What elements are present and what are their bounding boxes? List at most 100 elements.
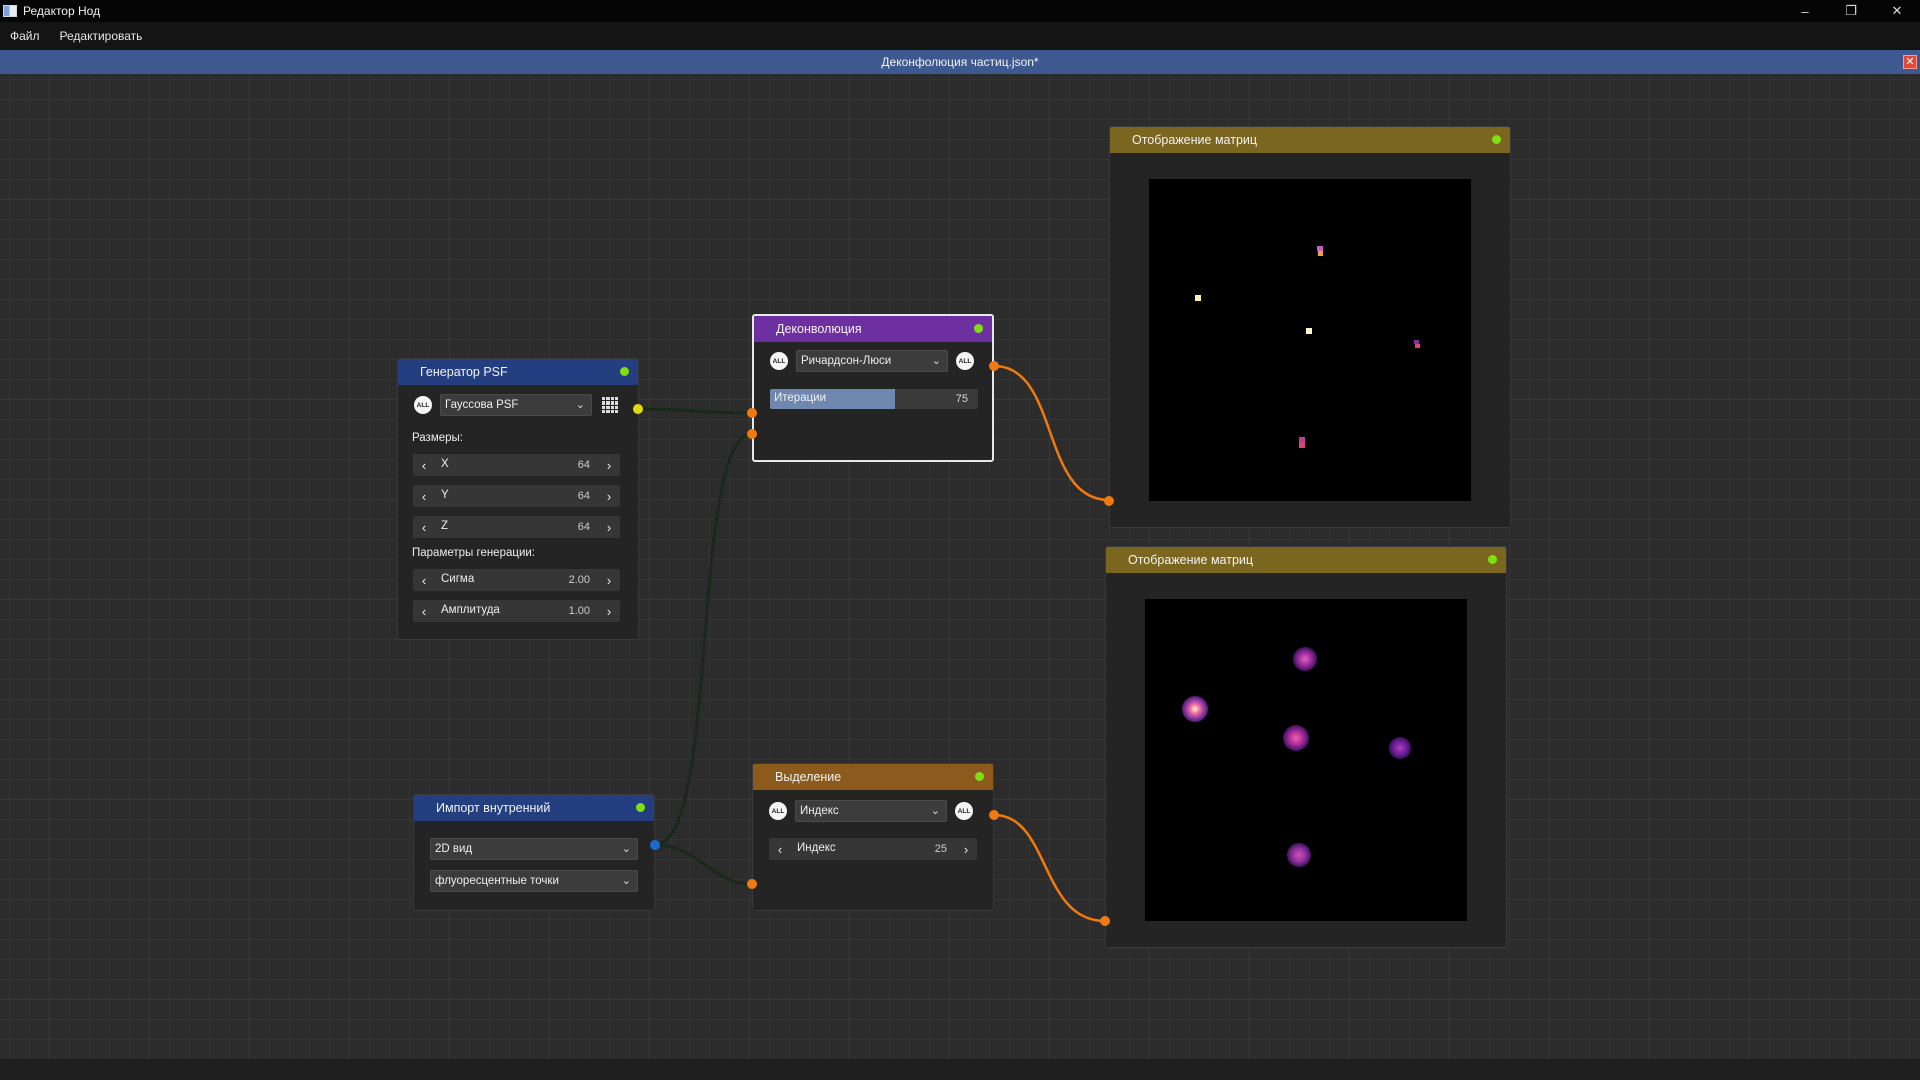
viewer1-input-port[interactable] (1104, 496, 1114, 506)
close-button[interactable]: ✕ (1874, 0, 1920, 22)
status-dot-icon (636, 803, 645, 812)
app-icon (3, 5, 17, 17)
decrement-icon[interactable]: ‹ (413, 569, 435, 591)
stepper-label: Z (441, 520, 449, 532)
particle-blob (1287, 843, 1311, 867)
document-tab[interactable]: Деконфолюция частиц.json* ✕ (0, 50, 1920, 74)
decrement-icon[interactable]: ‹ (413, 600, 435, 622)
psf-output-port[interactable] (633, 404, 643, 414)
decrement-icon[interactable]: ‹ (413, 516, 435, 538)
all-badge-icon[interactable]: ALL (956, 352, 974, 370)
grid-icon[interactable] (602, 397, 618, 413)
menu-file[interactable]: Файл (4, 29, 46, 43)
node-import-internal[interactable]: Импорт внутренний 2D вид ⌄ флуоресцентны… (413, 794, 655, 911)
node-title: Отображение матриц (1132, 133, 1258, 147)
node-header[interactable]: Генератор PSF (398, 359, 638, 385)
size-x-stepper[interactable]: ‹ X 64 › (413, 454, 620, 476)
iterations-slider[interactable]: Итерации 75 (770, 389, 978, 409)
selection-mode-dropdown[interactable]: Индекс ⌄ (795, 800, 947, 822)
index-stepper[interactable]: ‹ Индекс 25 › (769, 838, 977, 860)
particle-blob (1182, 696, 1208, 722)
stepper-value: 2.00 (568, 574, 590, 586)
node-title: Выделение (775, 770, 842, 784)
stepper-label: Амплитуда (441, 604, 500, 616)
slider-value: 75 (955, 393, 968, 405)
restore-button[interactable]: ❐ (1828, 0, 1874, 22)
deconv-input-port-1[interactable] (747, 408, 757, 418)
menu-bar: Файл Редактировать (0, 22, 1920, 50)
chevron-down-icon: ⌄ (575, 399, 585, 411)
node-psf-generator[interactable]: Генератор PSF ALL Гауссова PSF ⌄ Размеры… (397, 358, 639, 640)
node-selection[interactable]: Выделение ALL Индекс ⌄ ALL ‹ Индекс 25 › (752, 763, 994, 911)
stepper-label: Индекс (797, 842, 836, 854)
decrement-icon[interactable]: ‹ (413, 454, 435, 476)
particle-point (1306, 328, 1312, 334)
node-deconvolution[interactable]: Деконволюция ALL Ричардсон-Люси ⌄ ALL Ит… (752, 314, 994, 462)
node-matrix-viewer-2[interactable]: Отображение матриц (1105, 546, 1507, 948)
size-z-stepper[interactable]: ‹ Z 64 › (413, 516, 620, 538)
particle-blob (1389, 737, 1411, 759)
particle-point (1299, 443, 1305, 448)
particle-point (1415, 344, 1420, 348)
node-header[interactable]: Импорт внутренний (414, 795, 654, 821)
view-dropdown[interactable]: 2D вид ⌄ (430, 838, 638, 860)
particle-point (1195, 295, 1201, 301)
all-badge-icon[interactable]: ALL (955, 802, 973, 820)
increment-icon[interactable]: › (598, 454, 620, 476)
stepper-label: Y (441, 489, 449, 501)
increment-icon[interactable]: › (598, 569, 620, 591)
node-title: Импорт внутренний (436, 801, 551, 815)
node-header[interactable]: Выделение (753, 764, 993, 790)
chevron-down-icon: ⌄ (621, 843, 631, 855)
select-input-port[interactable] (747, 879, 757, 889)
all-badge-icon[interactable]: ALL (769, 802, 787, 820)
size-y-stepper[interactable]: ‹ Y 64 › (413, 485, 620, 507)
stepper-label: X (441, 458, 449, 470)
node-title: Генератор PSF (420, 365, 508, 379)
node-header[interactable]: Деконволюция (754, 316, 992, 342)
title-bar: Редактор Нод – ❐ ✕ (0, 0, 1920, 22)
stepper-value: 64 (577, 521, 590, 533)
node-header[interactable]: Отображение матриц (1106, 547, 1506, 573)
slider-label: Итерации (774, 392, 827, 404)
algorithm-dropdown[interactable]: Ричардсон-Люси ⌄ (796, 350, 948, 372)
increment-icon[interactable]: › (598, 600, 620, 622)
increment-icon[interactable]: › (598, 485, 620, 507)
particle-blob (1293, 647, 1317, 671)
amplitude-stepper[interactable]: ‹ Амплитуда 1.00 › (413, 600, 620, 622)
matrix-image (1145, 599, 1467, 921)
increment-icon[interactable]: › (598, 516, 620, 538)
particle-point (1318, 251, 1323, 256)
stepper-label: Сигма (441, 573, 475, 585)
tab-title: Деконфолюция частиц.json* (881, 55, 1039, 69)
status-dot-icon (1492, 135, 1501, 144)
import-output-port[interactable] (650, 840, 660, 850)
stepper-value: 64 (577, 459, 590, 471)
tab-close-icon[interactable]: ✕ (1903, 55, 1917, 69)
matrix-image (1149, 179, 1471, 501)
select-output-port[interactable] (989, 810, 999, 820)
stepper-value: 25 (934, 843, 947, 855)
menu-edit[interactable]: Редактировать (54, 29, 149, 43)
decrement-icon[interactable]: ‹ (413, 485, 435, 507)
deconv-output-port[interactable] (989, 361, 999, 371)
node-title: Отображение матриц (1128, 553, 1254, 567)
status-bar (0, 1059, 1920, 1080)
node-matrix-viewer-1[interactable]: Отображение матриц (1109, 126, 1511, 528)
all-badge-icon[interactable]: ALL (414, 396, 432, 414)
node-canvas[interactable] (0, 74, 1920, 1059)
viewer2-input-port[interactable] (1100, 916, 1110, 926)
particle-blob (1283, 725, 1309, 751)
dataset-dropdown[interactable]: флуоресцентные точки ⌄ (430, 870, 638, 892)
sigma-stepper[interactable]: ‹ Сигма 2.00 › (413, 569, 620, 591)
node-header[interactable]: Отображение матриц (1110, 127, 1510, 153)
increment-icon[interactable]: › (955, 838, 977, 860)
deconv-input-port-2[interactable] (747, 429, 757, 439)
node-title: Деконволюция (776, 322, 862, 336)
psf-type-dropdown[interactable]: Гауссова PSF ⌄ (440, 394, 592, 416)
decrement-icon[interactable]: ‹ (769, 838, 791, 860)
all-badge-icon[interactable]: ALL (770, 352, 788, 370)
status-dot-icon (620, 367, 629, 376)
stepper-value: 64 (577, 490, 590, 502)
minimize-button[interactable]: – (1782, 0, 1828, 22)
